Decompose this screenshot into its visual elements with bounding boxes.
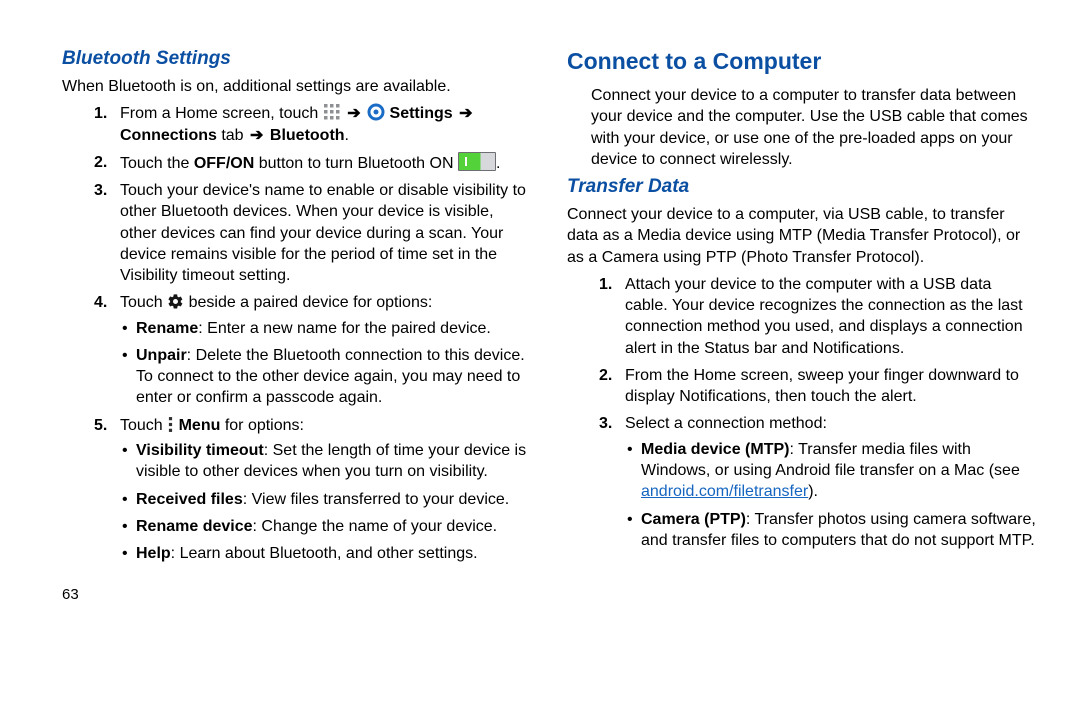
bullet-received-files: Received files: View files transferred t…	[136, 489, 533, 510]
left-column: Bluetooth Settings When Bluetooth is on,…	[48, 48, 547, 702]
bluetooth-label: Bluetooth	[270, 127, 345, 144]
arrow-icon: ➔	[457, 105, 474, 122]
mtp-post: ).	[808, 483, 818, 500]
connect-intro: Connect your device to a computer to tra…	[591, 85, 1038, 170]
toggle-on-icon	[458, 152, 496, 171]
menu-dots-icon	[167, 416, 174, 433]
vis-timeout-label: Visibility timeout	[136, 442, 264, 459]
bullet-rename: Rename: Enter a new name for the paired …	[136, 318, 533, 339]
bt-step2-mid: button to turn Bluetooth ON	[254, 155, 458, 172]
page-number: 63	[62, 586, 533, 603]
arrow-icon: ➔	[345, 105, 362, 122]
ptp-label: Camera (PTP)	[641, 511, 746, 528]
transfer-data-heading: Transfer Data	[567, 176, 1038, 198]
bt-step5-tail: for options:	[220, 417, 304, 434]
offon-label: OFF/ON	[194, 155, 254, 172]
rename-device-text: : Change the name of your device.	[253, 518, 498, 535]
tab-word: tab	[217, 127, 248, 144]
bt-step4-lead: Touch	[120, 294, 167, 311]
bt-step-3: Touch your device's name to enable or di…	[120, 180, 533, 286]
rename-device-label: Rename device	[136, 518, 253, 535]
apps-grid-icon	[323, 103, 341, 121]
bluetooth-steps: From a Home screen, touch ➔ Settings	[62, 103, 533, 564]
bt-step1-lead: From a Home screen, touch	[120, 105, 323, 122]
bullet-unpair: Unpair: Delete the Bluetooth connection …	[136, 345, 533, 409]
transfer-data-intro: Connect your device to a computer, via U…	[567, 204, 1038, 268]
bt-step5-lead: Touch	[120, 417, 167, 434]
bt-step-5: Touch Menu for options: Visibility timeo…	[120, 415, 533, 565]
step4-bullets: Rename: Enter a new name for the paired …	[120, 318, 533, 409]
gear-icon	[167, 293, 184, 310]
mtp-label: Media device (MTP)	[641, 441, 789, 458]
unpair-label: Unpair	[136, 347, 187, 364]
td-step-2: From the Home screen, sweep your finger …	[625, 365, 1038, 408]
transfer-steps: Attach your device to the computer with …	[567, 274, 1038, 551]
manual-page: Bluetooth Settings When Bluetooth is on,…	[0, 0, 1080, 720]
bt-step-4: Touch beside a paired device for options…	[120, 292, 533, 408]
help-text: : Learn about Bluetooth, and other setti…	[171, 545, 478, 562]
menu-label: Menu	[179, 417, 221, 434]
rename-label: Rename	[136, 320, 198, 337]
connect-computer-heading: Connect to a Computer	[567, 48, 1038, 75]
bullet-rename-device: Rename device: Change the name of your d…	[136, 516, 533, 537]
help-label: Help	[136, 545, 171, 562]
bt-step-1: From a Home screen, touch ➔ Settings	[120, 103, 533, 146]
settings-gear-icon	[367, 103, 385, 121]
arrow-icon: ➔	[248, 127, 265, 144]
received-files-text: : View files transferred to your device.	[243, 491, 510, 508]
bullet-help: Help: Learn about Bluetooth, and other s…	[136, 543, 533, 564]
period: .	[496, 155, 500, 172]
android-filetransfer-link[interactable]: android.com/filetransfer	[641, 483, 808, 500]
step5-bullets: Visibility timeout: Set the length of ti…	[120, 440, 533, 564]
step3-bullets: Media device (MTP): Transfer media files…	[625, 439, 1038, 551]
rename-text: : Enter a new name for the paired device…	[198, 320, 491, 337]
td-step-3: Select a connection method: Media device…	[625, 413, 1038, 551]
connections-label: Connections	[120, 127, 217, 144]
bullet-mtp: Media device (MTP): Transfer media files…	[641, 439, 1038, 503]
bt-step4-tail: beside a paired device for options:	[184, 294, 432, 311]
td-step-1: Attach your device to the computer with …	[625, 274, 1038, 359]
td-step3-lead: Select a connection method:	[625, 415, 827, 432]
bullet-ptp: Camera (PTP): Transfer photos using came…	[641, 509, 1038, 552]
bt-step2-lead: Touch the	[120, 155, 194, 172]
received-files-label: Received files	[136, 491, 243, 508]
right-column: Connect to a Computer Connect your devic…	[547, 48, 1052, 702]
settings-label: Settings	[390, 105, 453, 122]
bt-step-2: Touch the OFF/ON button to turn Bluetoot…	[120, 152, 533, 174]
bluetooth-intro: When Bluetooth is on, additional setting…	[62, 76, 533, 97]
unpair-text: : Delete the Bluetooth connection to thi…	[136, 347, 525, 407]
period: .	[345, 127, 349, 144]
bluetooth-settings-heading: Bluetooth Settings	[62, 48, 533, 70]
bullet-vis-timeout: Visibility timeout: Set the length of ti…	[136, 440, 533, 483]
